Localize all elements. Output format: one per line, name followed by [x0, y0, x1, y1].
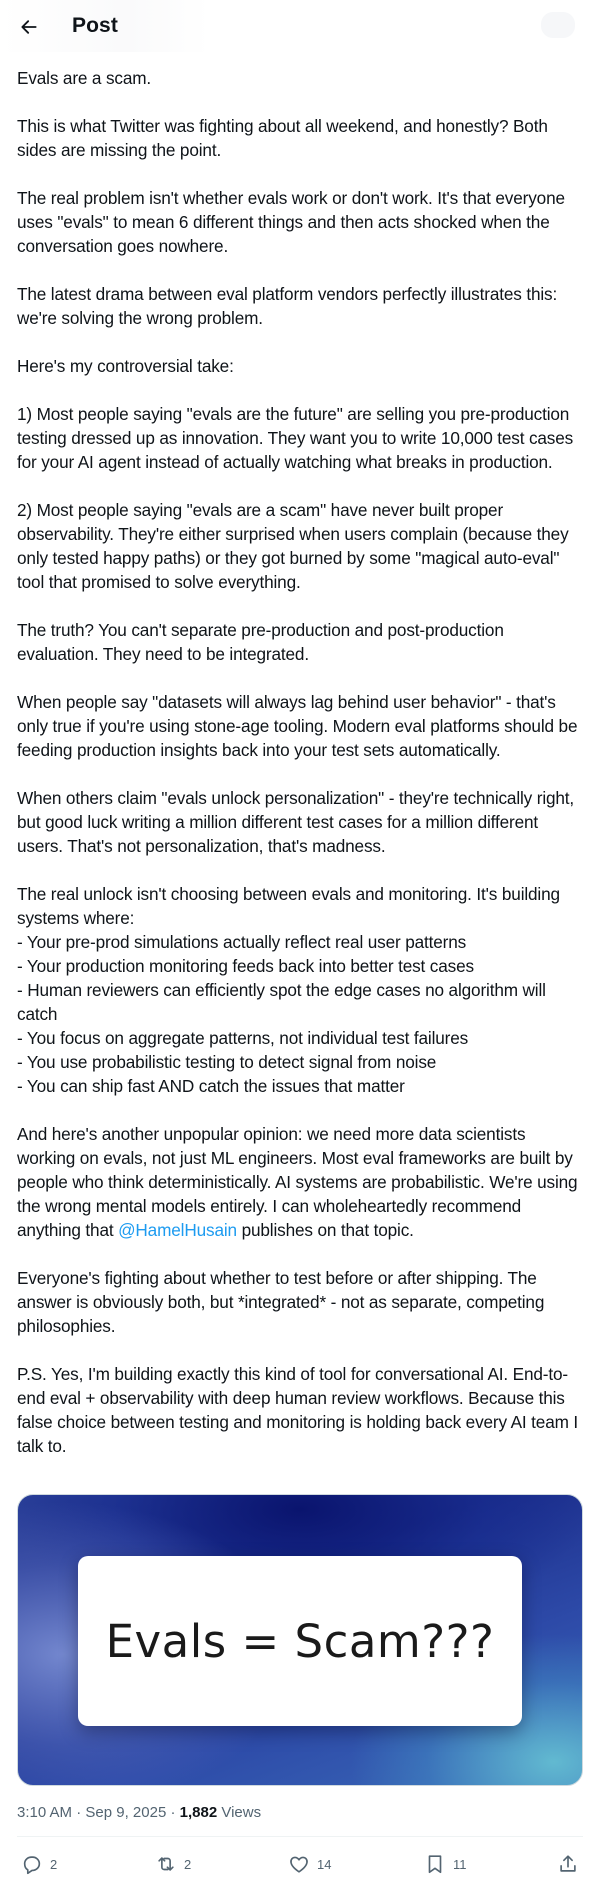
- repost-icon: [158, 1857, 174, 1871]
- post-page: Post Evals are a scam. This is what Twit…: [0, 0, 599, 1889]
- mention-link[interactable]: @HamelHusain: [118, 1220, 237, 1240]
- like-count: 14: [317, 1856, 332, 1872]
- share-button[interactable]: [557, 1846, 579, 1882]
- share-icon: [560, 1855, 576, 1872]
- views-count: 1,882: [179, 1804, 218, 1821]
- post-paragraph: When people say "datasets will always la…: [17, 692, 582, 760]
- post-paragraph: When others claim "evals unlock personal…: [17, 788, 579, 856]
- list-item: - You can ship fast AND catch the issues…: [17, 1076, 405, 1096]
- heart-icon: [290, 1856, 308, 1873]
- repost-count: 2: [184, 1856, 192, 1872]
- post-time: 3:10 AM: [17, 1804, 73, 1821]
- meta-separator: ·: [166, 1804, 180, 1821]
- header: Post: [0, 0, 599, 54]
- bookmark-icon: [428, 1855, 442, 1874]
- list-item: - You focus on aggregate patterns, not i…: [17, 1028, 469, 1048]
- back-button[interactable]: [12, 10, 46, 44]
- post-paragraph: This is what Twitter was fighting about …: [17, 116, 553, 160]
- post-paragraph: The latest drama between eval platform v…: [17, 284, 562, 328]
- image-card: Evals = Scam???: [78, 1556, 522, 1726]
- opinion-paragraph: And here's another unpopular opinion: we…: [17, 1122, 583, 1242]
- list-item: - Your production monitoring feeds back …: [17, 956, 474, 976]
- like-button[interactable]: 14: [288, 1846, 331, 1882]
- post-paragraph: Evals are a scam.: [17, 68, 152, 88]
- header-right-blur: [541, 12, 575, 38]
- divider: [17, 1836, 583, 1837]
- post-time-link[interactable]: 3:10 AM · Sep 9, 2025: [17, 1804, 166, 1821]
- meta-separator: ·: [72, 1804, 86, 1821]
- post-image[interactable]: Evals = Scam???: [17, 1494, 583, 1786]
- systems-list-block: The real unlock isn't choosing between e…: [17, 882, 583, 1098]
- post-paragraph: Here's my controversial take:: [17, 356, 234, 376]
- reply-icon: [23, 1856, 41, 1875]
- post-paragraph: The real problem isn't whether evals wor…: [17, 188, 570, 256]
- post-paragraph: 1) Most people saying "evals are the fut…: [17, 404, 578, 472]
- post-date: Sep 9, 2025: [85, 1804, 167, 1821]
- arrow-left-icon: [21, 20, 37, 34]
- bookmark-button[interactable]: 11: [424, 1846, 467, 1882]
- image-card-text: Evals = Scam???: [105, 1614, 495, 1668]
- page-title: Post: [72, 14, 118, 37]
- post-paragraph: Everyone's fighting about whether to tes…: [17, 1268, 549, 1336]
- post-paragraph: The truth? You can't separate pre-produc…: [17, 620, 509, 664]
- reply-button[interactable]: 2: [21, 1846, 57, 1882]
- list-item: - You use probabilistic testing to detec…: [17, 1052, 437, 1072]
- systems-intro: The real unlock isn't choosing between e…: [17, 884, 560, 928]
- post-text: Evals are a scam. This is what Twitter w…: [17, 66, 583, 1458]
- opinion-text-end: publishes on that topic.: [236, 1220, 414, 1240]
- post-paragraph: P.S. Yes, I'm building exactly this kind…: [17, 1364, 583, 1456]
- reply-count: 2: [50, 1856, 58, 1872]
- views-label: Views: [217, 1804, 262, 1821]
- post-meta: 3:10 AM · Sep 9, 2025 · 1,882 Views: [17, 1803, 261, 1823]
- repost-button[interactable]: 2: [155, 1846, 191, 1882]
- list-item: - Human reviewers can efficiently spot t…: [17, 980, 546, 1024]
- bookmark-count: 11: [453, 1856, 467, 1872]
- list-item: - Your pre-prod simulations actually ref…: [17, 932, 467, 952]
- post-paragraph: 2) Most people saying "evals are a scam"…: [17, 500, 574, 592]
- action-bar: 2 2 14 11: [17, 1846, 583, 1882]
